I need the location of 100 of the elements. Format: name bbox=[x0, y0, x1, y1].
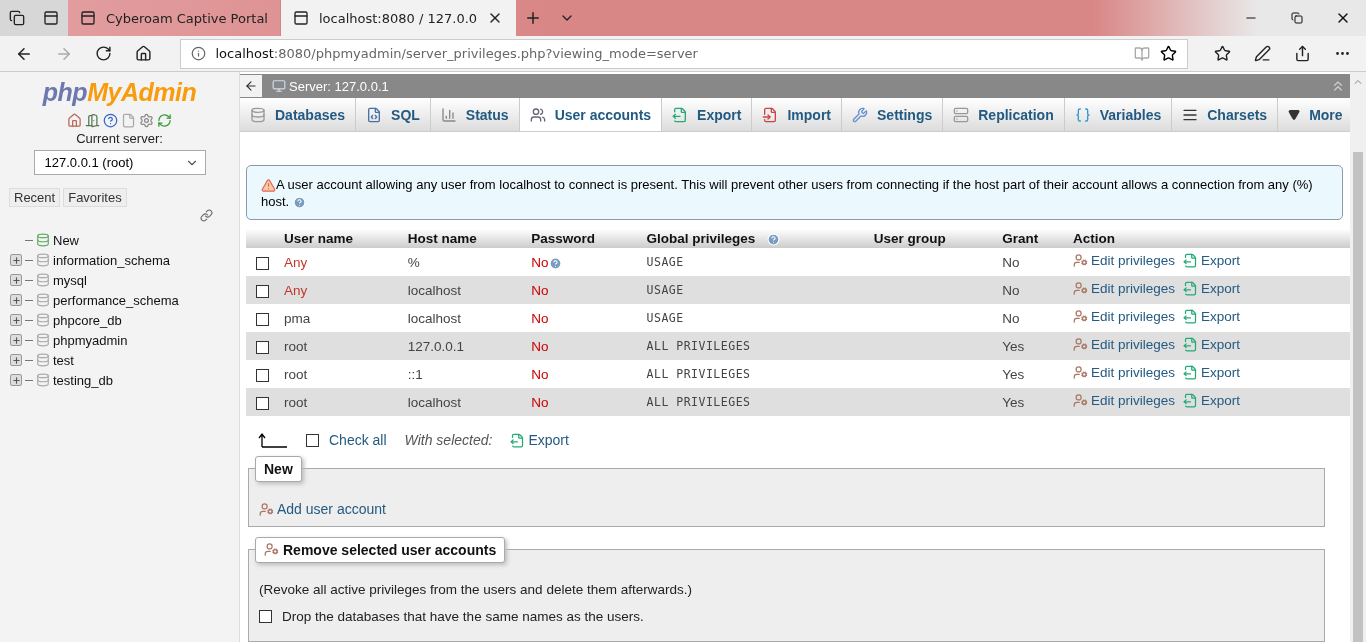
set-aside-tabs-icon[interactable] bbox=[34, 0, 68, 36]
back-icon[interactable] bbox=[240, 75, 262, 97]
tree-item[interactable]: phpcore_db bbox=[10, 310, 179, 330]
column-header: User group bbox=[869, 229, 999, 249]
tree-item[interactable]: testing_db bbox=[10, 370, 179, 390]
tree-item[interactable]: phpmyadmin bbox=[10, 330, 179, 350]
database-icon bbox=[36, 333, 50, 347]
user-gear-icon bbox=[1072, 337, 1088, 353]
check-all-checkbox[interactable] bbox=[306, 433, 319, 447]
page-icon bbox=[80, 10, 96, 26]
page-icon bbox=[293, 10, 309, 26]
edit-privileges-link[interactable]: Edit privileges bbox=[1072, 281, 1175, 297]
tab-list-icon[interactable] bbox=[0, 0, 34, 36]
new-database-icon bbox=[36, 233, 50, 247]
export-icon bbox=[1182, 337, 1198, 353]
export-link[interactable]: Export bbox=[510, 432, 569, 449]
sidebar-button[interactable]: Favorites bbox=[63, 188, 127, 207]
nav-tab[interactable]: Status bbox=[430, 98, 520, 131]
arrow-icon bbox=[258, 432, 288, 449]
column-header: Grant bbox=[998, 229, 1069, 249]
add-user-link[interactable]: Add user account bbox=[259, 501, 386, 518]
book-icon bbox=[1134, 45, 1151, 62]
table-cell: No bbox=[527, 248, 643, 277]
nav-tab[interactable]: SQL bbox=[356, 98, 431, 131]
table-cell: localhost bbox=[403, 304, 528, 333]
nav-tab[interactable]: Charsets bbox=[1172, 98, 1279, 131]
table-cell: ALL PRIVILEGES bbox=[642, 360, 870, 389]
export-link[interactable]: Export bbox=[1182, 337, 1240, 353]
user-gear-icon bbox=[1072, 393, 1088, 409]
check-all-link[interactable]: Check all bbox=[329, 432, 387, 449]
column-header: Global privileges bbox=[642, 229, 870, 249]
database-icon bbox=[36, 293, 50, 307]
nav-tab[interactable]: User accounts bbox=[519, 98, 663, 131]
expand-icon bbox=[10, 374, 22, 386]
expand-icon bbox=[10, 314, 22, 326]
tree-item[interactable]: New bbox=[10, 230, 179, 250]
with-selected-label: With selected: bbox=[404, 432, 493, 449]
scroll-thumb[interactable] bbox=[1353, 152, 1363, 642]
table-cell: pma bbox=[280, 304, 404, 333]
expand-icon bbox=[10, 354, 22, 366]
export-icon bbox=[672, 106, 689, 123]
drop-checkbox[interactable] bbox=[259, 609, 272, 623]
table-cell: No bbox=[527, 388, 643, 417]
export-link[interactable]: Export bbox=[1182, 365, 1240, 381]
address-bar[interactable]: localhost:8080/phpmyadmin/server_privileges.php?viewing_mode=server bbox=[179, 38, 1189, 69]
database-icon bbox=[36, 273, 50, 287]
sidebar-button[interactable]: Recent bbox=[9, 188, 61, 207]
nav-tab[interactable]: Variables bbox=[1064, 98, 1173, 131]
database-icon bbox=[250, 106, 266, 123]
table-cell: root bbox=[280, 332, 404, 361]
row-checkbox[interactable] bbox=[256, 284, 269, 298]
table-cell: USAGE bbox=[642, 276, 870, 305]
export-link[interactable]: Export bbox=[1182, 281, 1240, 297]
row-checkbox[interactable] bbox=[256, 368, 269, 382]
door-icon[interactable] bbox=[85, 113, 100, 128]
export-icon bbox=[1182, 253, 1198, 269]
expand-icon bbox=[10, 334, 22, 346]
table-cell: Any bbox=[280, 248, 404, 277]
tree-item[interactable]: mysql bbox=[10, 270, 179, 290]
import-icon bbox=[762, 106, 779, 123]
export-link[interactable]: Export bbox=[1182, 393, 1240, 409]
nav-tab[interactable]: Import bbox=[752, 98, 842, 131]
server-title[interactable]: Server: 127.0.0.1 bbox=[289, 78, 389, 94]
tree-item[interactable]: test bbox=[10, 350, 179, 370]
table-cell: 127.0.0.1 bbox=[403, 332, 528, 361]
export-icon bbox=[1182, 281, 1198, 297]
tree-item[interactable]: information_schema bbox=[10, 250, 179, 270]
table-cell: ALL PRIVILEGES bbox=[642, 388, 870, 417]
edit-privileges-link[interactable]: Edit privileges bbox=[1072, 365, 1175, 381]
row-checkbox[interactable] bbox=[256, 256, 269, 270]
star-icon bbox=[1160, 45, 1178, 62]
row-checkbox[interactable] bbox=[256, 312, 269, 326]
help-icon bbox=[548, 256, 562, 270]
table-cell: No bbox=[998, 248, 1069, 277]
edit-privileges-link[interactable]: Edit privileges bbox=[1072, 253, 1175, 269]
server-select[interactable]: 127.0.0.1 (root) bbox=[33, 150, 206, 175]
export-link[interactable]: Export bbox=[1182, 253, 1240, 269]
braces-icon bbox=[1074, 106, 1091, 123]
edit-privileges-link[interactable]: Edit privileges bbox=[1072, 309, 1175, 325]
row-checkbox[interactable] bbox=[256, 396, 269, 410]
row-checkbox[interactable] bbox=[256, 340, 269, 354]
warning-icon bbox=[261, 178, 276, 194]
warning-notice: A user account allowing any user from localhost to connect is present. This will prevent other users from connecting if the host part of their account allows a connection from any (%) host. bbox=[246, 165, 1343, 221]
table-cell: localhost bbox=[403, 276, 528, 305]
info-icon bbox=[190, 46, 206, 61]
edit-privileges-link[interactable]: Edit privileges bbox=[1072, 337, 1175, 353]
export-link[interactable]: Export bbox=[1182, 309, 1240, 325]
settings-icon[interactable] bbox=[139, 113, 154, 128]
nav-tab[interactable]: Export bbox=[662, 98, 753, 131]
link-icon[interactable] bbox=[200, 209, 213, 222]
nav-tab[interactable]: Databases bbox=[240, 98, 357, 131]
tree-item[interactable]: performance_schema bbox=[10, 290, 179, 310]
help-icon[interactable] bbox=[103, 113, 118, 128]
logo[interactable]: phpMyAdmin bbox=[42, 78, 197, 107]
nav-tab[interactable]: Replication bbox=[943, 98, 1065, 131]
help-icon bbox=[767, 233, 781, 246]
nav-tab[interactable]: Settings bbox=[842, 98, 944, 131]
table-cell: No bbox=[998, 304, 1069, 333]
edit-privileges-link[interactable]: Edit privileges bbox=[1072, 393, 1175, 409]
browser-tab[interactable]: localhost:8080 / 127.0.0 bbox=[281, 0, 517, 36]
